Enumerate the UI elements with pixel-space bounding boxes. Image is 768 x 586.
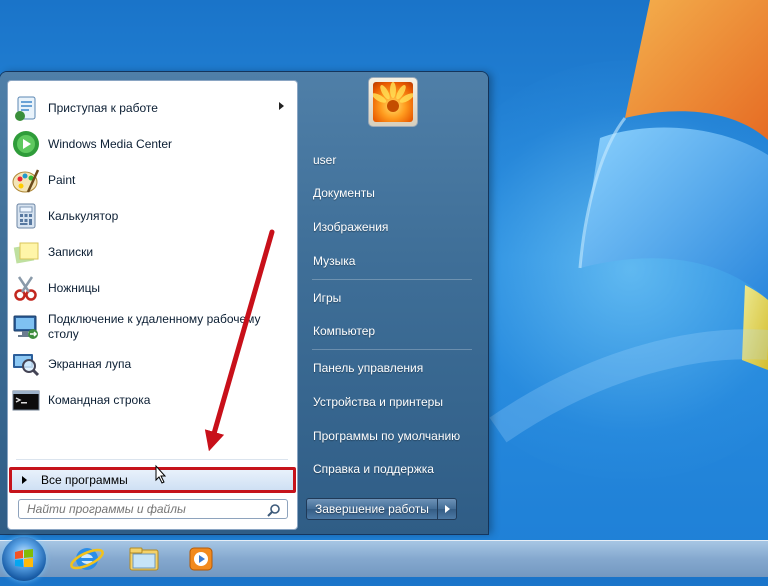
search-icon[interactable] <box>267 503 281 517</box>
calculator-icon <box>12 202 40 230</box>
program-label: Подключение к удаленному рабочему столу <box>48 312 261 341</box>
media-center-icon <box>12 130 40 158</box>
search-box[interactable] <box>18 499 288 519</box>
shutdown-options-button[interactable] <box>437 498 457 520</box>
flower-icon <box>373 82 413 122</box>
start-menu: Приступая к работе Windows Media Center … <box>0 72 488 534</box>
divider <box>16 459 288 460</box>
getting-started-icon <box>12 94 40 122</box>
pictures-link[interactable]: Изображения <box>304 215 480 239</box>
search-input[interactable] <box>19 500 257 518</box>
program-label: Windows Media Center <box>48 136 173 151</box>
magnifier-icon <box>12 350 40 378</box>
program-calculator[interactable]: Калькулятор <box>12 199 292 233</box>
program-label: Командная строка <box>48 392 151 407</box>
all-programs-label: Все программы <box>41 473 128 487</box>
divider <box>312 349 472 350</box>
devices-printers-link[interactable]: Устройства и принтеры <box>304 390 480 414</box>
program-remote-desktop[interactable]: Подключение к удаленному рабочему столу <box>12 307 292 347</box>
explorer-folder-icon[interactable] <box>120 544 166 574</box>
paint-icon <box>12 166 40 194</box>
program-paint[interactable]: Paint <box>12 163 292 197</box>
taskbar <box>0 537 768 581</box>
expand-arrow-icon <box>22 476 27 484</box>
documents-link[interactable]: Документы <box>304 181 480 205</box>
user-folder-link[interactable]: user <box>304 148 480 172</box>
control-panel-link[interactable]: Панель управления <box>304 356 480 380</box>
computer-link[interactable]: Компьютер <box>304 319 480 343</box>
program-label: Paint <box>48 172 76 187</box>
start-button[interactable] <box>2 537 46 581</box>
programs-pane: Приступая к работе Windows Media Center … <box>7 80 298 530</box>
all-programs-button[interactable]: Все программы <box>9 467 296 493</box>
cmd-icon <box>12 386 40 414</box>
program-label: Экранная лупа <box>48 356 132 371</box>
media-player-icon[interactable] <box>177 544 223 574</box>
windows-logo-icon <box>15 549 33 567</box>
program-getting-started[interactable]: Приступая к работе <box>12 91 292 125</box>
internet-explorer-icon[interactable] <box>64 544 110 574</box>
program-snipping-tool[interactable]: Ножницы <box>12 271 292 305</box>
user-avatar[interactable] <box>368 77 418 127</box>
music-link[interactable]: Музыка <box>304 249 480 273</box>
submenu-arrow-icon <box>279 102 284 110</box>
shutdown-button[interactable]: Завершение работы <box>306 498 438 520</box>
program-label: Ножницы <box>48 280 101 295</box>
program-magnifier[interactable]: Экранная лупа <box>12 347 292 381</box>
sticky-notes-icon <box>12 238 40 266</box>
help-support-link[interactable]: Справка и поддержка <box>304 457 480 481</box>
remote-desktop-icon <box>12 313 40 341</box>
places-pane: user Документы Изображения Музыка Игры К… <box>298 72 488 534</box>
default-programs-link[interactable]: Программы по умолчанию <box>304 424 480 448</box>
divider <box>312 279 472 280</box>
program-label: Записки <box>48 244 94 259</box>
program-sticky-notes[interactable]: Записки <box>12 235 292 269</box>
program-label: Калькулятор <box>48 208 119 223</box>
games-link[interactable]: Игры <box>304 286 480 310</box>
shutdown-group: Завершение работы <box>306 498 457 520</box>
snipping-tool-icon <box>12 274 40 302</box>
program-cmd[interactable]: Командная строка <box>12 383 292 417</box>
program-label: Приступая к работе <box>48 100 158 115</box>
program-media-center[interactable]: Windows Media Center <box>12 127 292 161</box>
